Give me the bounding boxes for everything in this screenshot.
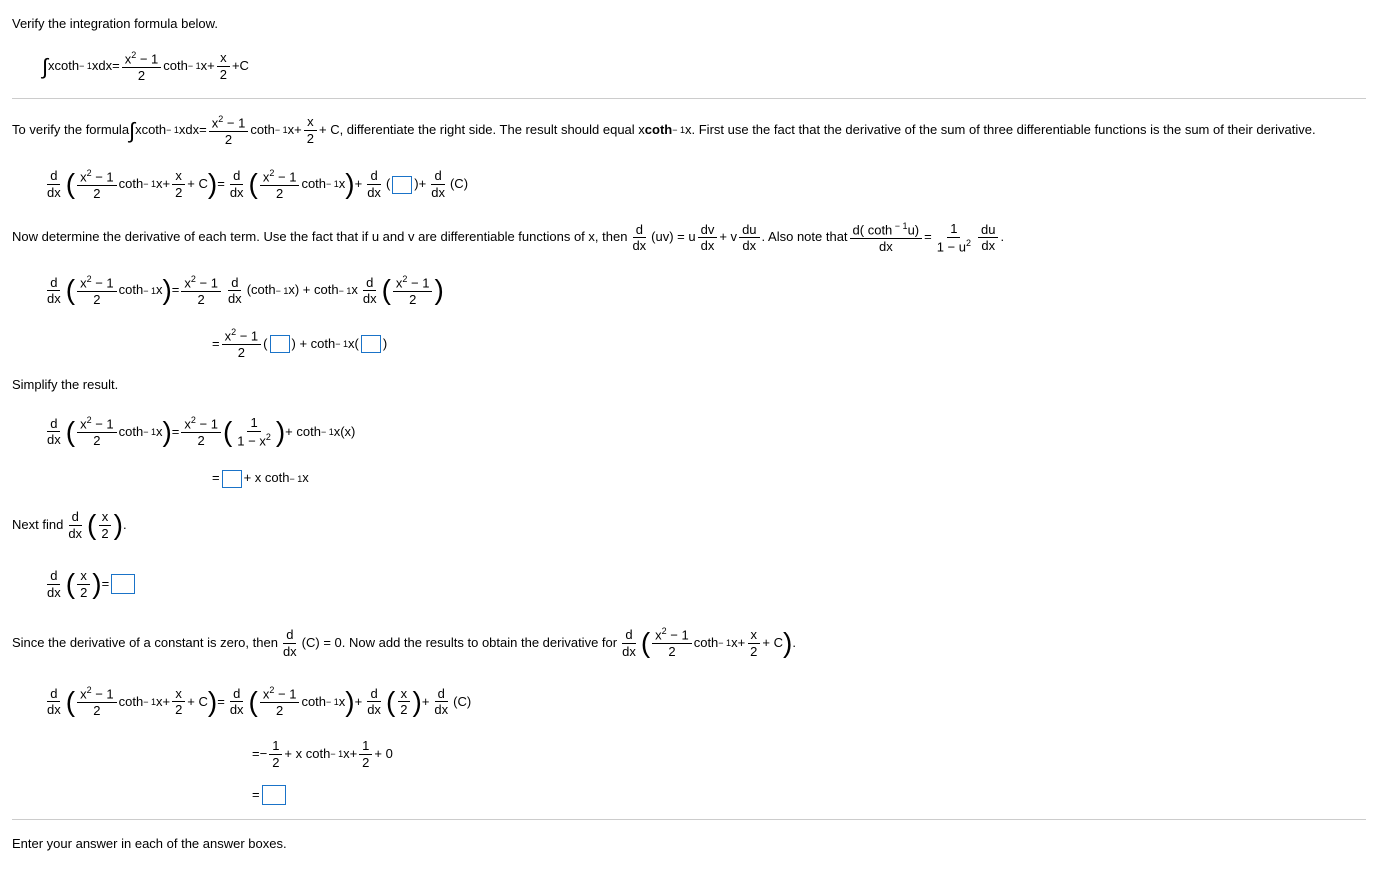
header-text: Verify the integration formula below. [12,14,218,35]
next-find-line: Next find ddx ( x2 ). [12,503,1366,548]
simplify-header: Simplify the result. [12,375,1366,396]
final-line-2: = − 12 + x coth − 1x + 12 + 0 [252,738,1366,770]
problem-header: Verify the integration formula below. [12,14,1366,35]
final-line-3: = [252,785,1366,806]
simplify-line-2: = + x coth − 1x [212,468,1366,489]
formula-main: ∫ x coth − 1x dx = x2 − 12 coth − 1x + x… [42,49,1366,84]
final-line-1: ddx ( x2 − 12 coth − 1x + x2 + C ) = ddx… [42,680,1366,725]
answer-input-2[interactable] [270,335,290,353]
next-find-eq: ddx ( x2 ) = [42,562,1366,607]
footer-instruction: Enter your answer in each of the answer … [12,834,1366,855]
verify-line: To verify the formula ∫ x coth − 1x dx =… [12,113,1366,148]
product-rule-line-1: ddx ( x2 − 12 coth − 1x ) = x2 − 12 ddx … [42,268,1366,313]
answer-input-3[interactable] [361,335,381,353]
simplify-line-1: ddx ( x2 − 12 coth − 1x ) = x2 − 12 ( 11… [42,410,1366,455]
answer-input-4[interactable] [222,470,242,488]
product-rule-line-2: = x2 − 12 () + coth − 1x() [212,327,1366,361]
deriv-split-line: ddx ( x2 − 12 coth − 1x + x2 + C ) = ddx… [42,162,1366,207]
determine-line: Now determine the derivative of each ter… [12,221,1366,255]
answer-input-5[interactable] [111,574,135,594]
since-line: Since the derivative of a constant is ze… [12,621,1366,666]
answer-input-1[interactable] [392,176,412,194]
divider [12,98,1366,99]
divider [12,819,1366,820]
answer-input-6[interactable] [262,785,286,805]
